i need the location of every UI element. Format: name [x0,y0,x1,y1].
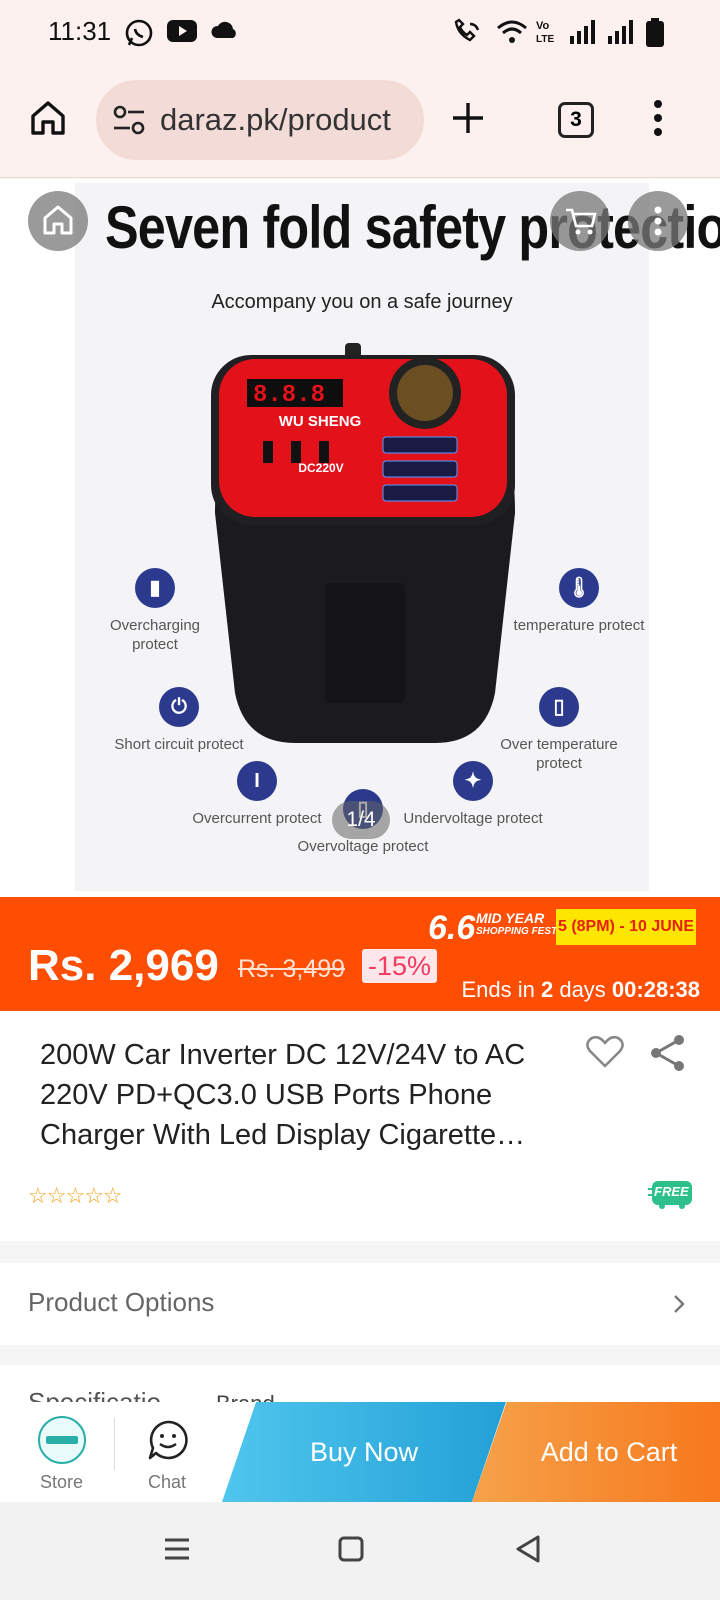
sparkle-icon: ✦ [453,761,493,801]
battery-icon [646,18,664,47]
discount-badge: -15% [362,949,438,983]
recent-apps-icon[interactable] [164,1536,190,1562]
buy-now-button[interactable]: Buy Now [222,1402,506,1502]
home-overlay-button[interactable] [28,191,88,251]
wifi-icon [497,20,527,43]
volte-icon: Vo LTE [536,20,554,45]
wishlist-heart-icon[interactable] [586,1035,624,1069]
thermometer-icon: 🌡 [559,568,599,608]
new-tab-icon[interactable] [450,100,486,136]
svg-text:LTE: LTE [536,34,554,45]
cloud-icon [211,21,236,38]
home-icon [43,205,73,235]
site-settings-icon[interactable] [112,104,146,136]
rating-stars[interactable]: ☆☆☆☆☆ [28,1183,123,1209]
current-price: Rs. 2,969 [28,941,219,990]
countdown-timer: Ends in 2 days 00:28:38 [461,977,700,1002]
campaign-subtitle: MID YEAR SHOPPING FEST! [476,910,561,937]
product-info-section: 200W Car Inverter DC 12V/24V to AC 220V … [0,1011,720,1241]
clock: 11:31 [48,16,112,46]
svg-text:8.8.8: 8.8.8 [253,382,325,409]
more-overlay-button[interactable] [628,191,688,251]
more-vert-icon[interactable] [652,98,664,138]
youtube-icon [167,20,197,42]
product-options-row[interactable]: Product Options [0,1263,720,1345]
home-button-icon[interactable] [338,1536,364,1562]
home-icon[interactable] [28,98,68,138]
system-navigation-bar [0,1502,720,1600]
specification-row[interactable]: Specificatio Brand [0,1365,720,1405]
price-banner: Rs. 2,969 Rs. 3,499 -15% 6.6 MID YEAR SHO… [0,897,720,1011]
cart-overlay-button[interactable] [550,191,610,251]
svg-text:Vo: Vo [536,20,550,32]
browser-toolbar: daraz.pk/product 3 [0,62,720,178]
device-label: WU SHENG [278,413,362,430]
add-to-cart-button[interactable]: Add to Cart [472,1402,720,1502]
divider [114,1418,115,1470]
back-icon[interactable] [514,1534,542,1564]
store-label[interactable]: Store [40,1472,83,1493]
product-image: Seven fold safety protection Accompany y… [75,183,720,891]
current-icon: I [237,761,277,801]
image-counter: 1/4 [332,801,390,839]
wifi-call-icon [454,18,480,42]
store-logo-icon[interactable] [38,1416,86,1464]
feature-short-circuit: ⏻ Short circuit protect [109,687,249,754]
phone-icon: ▯ [539,687,579,727]
product-title: 200W Car Inverter DC 12V/24V to AC 220V … [40,1039,526,1151]
power-icon: ⏻ [159,687,199,727]
feature-overcharging: ▮ Overcharging protect [85,568,225,654]
status-bar: 11:31 Vo LTE [0,0,720,62]
campaign-dates: 5 (8PM) - 10 JUNE [556,909,696,945]
inverter-device-illustration: 8.8.8 [211,343,515,743]
cart-icon [566,208,597,235]
signal-icon [570,20,595,44]
address-bar[interactable]: daraz.pk/product [96,80,424,160]
campaign-logo: 6.6 [428,909,476,947]
share-icon[interactable] [648,1033,688,1073]
signal-icon [608,20,633,44]
battery-icon: ▮ [135,568,175,608]
device-voltage: DC220V [298,461,344,475]
product-options-label: Product Options [28,1287,215,1317]
whatsapp-icon [125,19,153,47]
image-subhead: Accompany you on a safe journey [211,291,513,313]
chat-label[interactable]: Chat [148,1472,186,1493]
tab-switcher-button[interactable]: 3 [558,102,594,138]
chat-icon[interactable] [146,1418,190,1462]
free-delivery-label: FREE [654,1184,689,1199]
chevron-right-icon [674,1295,685,1313]
more-vert-icon [654,206,662,236]
bottom-action-bar: Store Chat Buy Now Add to Cart [0,1402,720,1502]
feature-temperature: 🌡 temperature protect [509,568,649,635]
original-price: Rs. 3,499 [238,955,346,983]
url-text[interactable]: daraz.pk/product [160,102,420,138]
product-image-gallery[interactable]: Seven fold safety protection Accompany y… [0,179,720,897]
